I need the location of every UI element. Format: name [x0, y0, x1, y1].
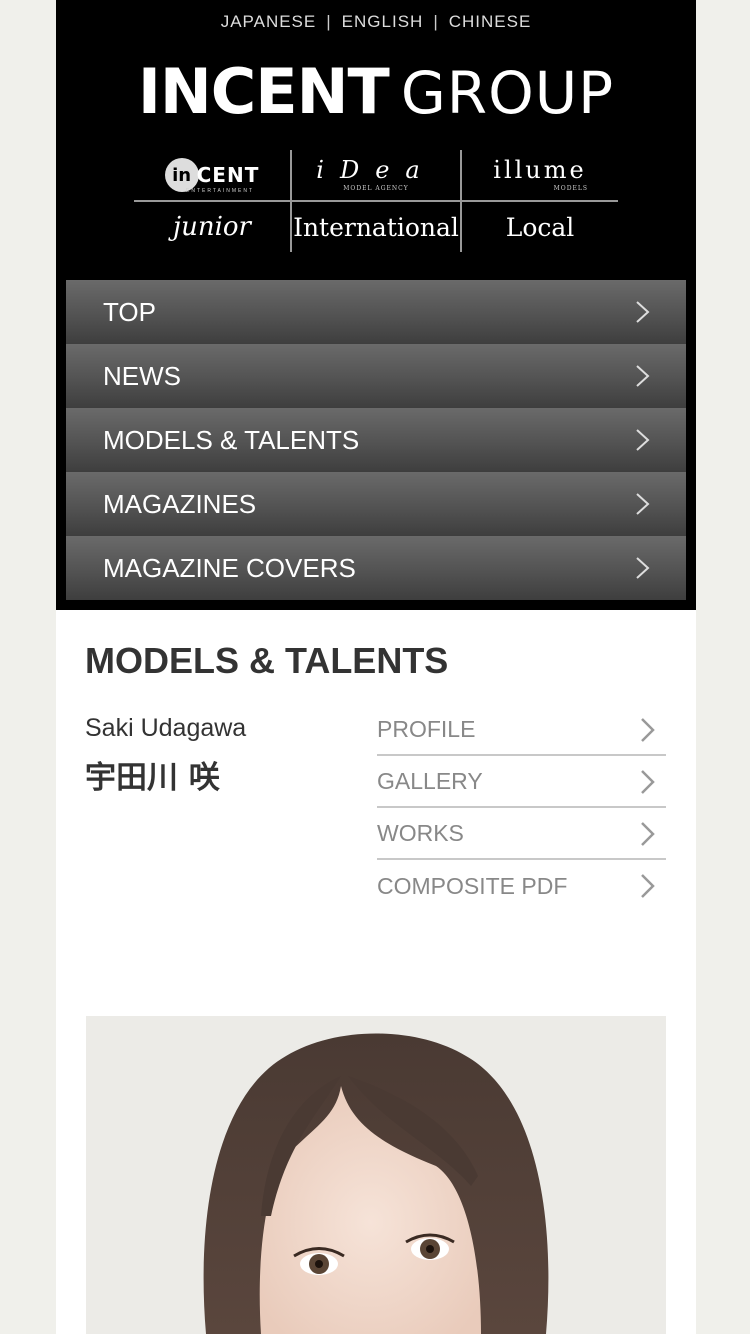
sub-link-label: PROFILE [377, 715, 476, 742]
brand-grid: in CENT ENTERTAINMENT iDea MODEL AGENCY … [134, 150, 618, 252]
nav-item-label: MAGAZINES [103, 488, 257, 519]
model-portrait-image [86, 1016, 666, 1334]
brand-incent-link[interactable]: in CENT ENTERTAINMENT [134, 150, 290, 200]
lang-japanese-link[interactable]: JAPANESE [221, 12, 317, 31]
brand-international-link[interactable]: International [292, 202, 460, 252]
language-bar: JAPANESE | ENGLISH | CHINESE [56, 12, 696, 32]
brand-illume-link[interactable]: illume MODELS [462, 150, 618, 200]
idea-logo-sub: MODEL AGENCY [343, 185, 409, 192]
works-link[interactable]: WORKS [377, 808, 666, 860]
nav-item-news[interactable]: NEWS [66, 344, 686, 408]
page-container: JAPANESE | ENGLISH | CHINESE INCENT GROUP in … [56, 0, 696, 1334]
logo-part-group: GROUP [400, 59, 615, 127]
nav-item-label: MODELS & TALENTS [103, 424, 360, 455]
brand-junior-link[interactable]: junior [134, 202, 290, 252]
nav-item-label: TOP [103, 296, 156, 327]
gallery-link[interactable]: GALLERY [377, 756, 666, 808]
chevron-right-icon [641, 718, 655, 742]
brand-idea-link[interactable]: iDea MODEL AGENCY [292, 150, 460, 200]
chevron-right-icon [636, 365, 650, 387]
section-title: MODELS & TALENTS [85, 640, 449, 681]
chevron-right-icon [636, 557, 650, 579]
chevron-right-icon [641, 874, 655, 898]
model-photo [86, 1016, 666, 1334]
sub-link-label: COMPOSITE PDF [377, 872, 568, 899]
model-name-jp: 宇田川 咲 [85, 760, 220, 796]
model-sub-links: PROFILE GALLERY WORKS COMPOSITE PDF [377, 704, 666, 912]
chevron-right-icon [636, 301, 650, 323]
model-name-en: Saki Udagawa [85, 714, 247, 742]
chevron-right-icon [636, 429, 650, 451]
nav-item-magazine-covers[interactable]: MAGAZINE COVERS [66, 536, 686, 600]
illume-logo-word: illume [493, 156, 587, 184]
site-header: JAPANESE | ENGLISH | CHINESE INCENT GROUP in … [56, 0, 696, 610]
chevron-right-icon [636, 493, 650, 515]
sub-link-label: WORKS [377, 819, 464, 846]
nav-item-top[interactable]: TOP [66, 280, 686, 344]
chevron-right-icon [641, 822, 655, 846]
lang-separator: | [326, 12, 332, 31]
nav-item-label: NEWS [103, 360, 181, 391]
incent-logo-word: CENT [196, 163, 260, 187]
nav-item-models-talents[interactable]: MODELS & TALENTS [66, 408, 686, 472]
lang-separator: | [433, 12, 439, 31]
brand-local-link[interactable]: Local [462, 202, 618, 252]
composite-pdf-link[interactable]: COMPOSITE PDF [377, 860, 666, 912]
incent-logo-mark: in [164, 158, 199, 192]
incent-logo-sub: ENTERTAINMENT [186, 188, 255, 194]
nav-item-label: MAGAZINE COVERS [103, 552, 356, 583]
illume-logo-sub: MODELS [553, 185, 588, 192]
main-nav: TOP NEWS MODELS & TALENTS MAGAZINES MAGA… [66, 280, 686, 600]
logo-part-incent: INCENT [137, 55, 390, 128]
idea-logo-word: iDea [316, 156, 436, 184]
lang-english-link[interactable]: ENGLISH [342, 12, 424, 31]
site-logo[interactable]: INCENT GROUP [56, 56, 696, 129]
sub-link-label: GALLERY [377, 767, 483, 794]
lang-chinese-link[interactable]: CHINESE [449, 12, 532, 31]
profile-link[interactable]: PROFILE [377, 704, 666, 756]
nav-item-magazines[interactable]: MAGAZINES [66, 472, 686, 536]
chevron-right-icon [641, 770, 655, 794]
